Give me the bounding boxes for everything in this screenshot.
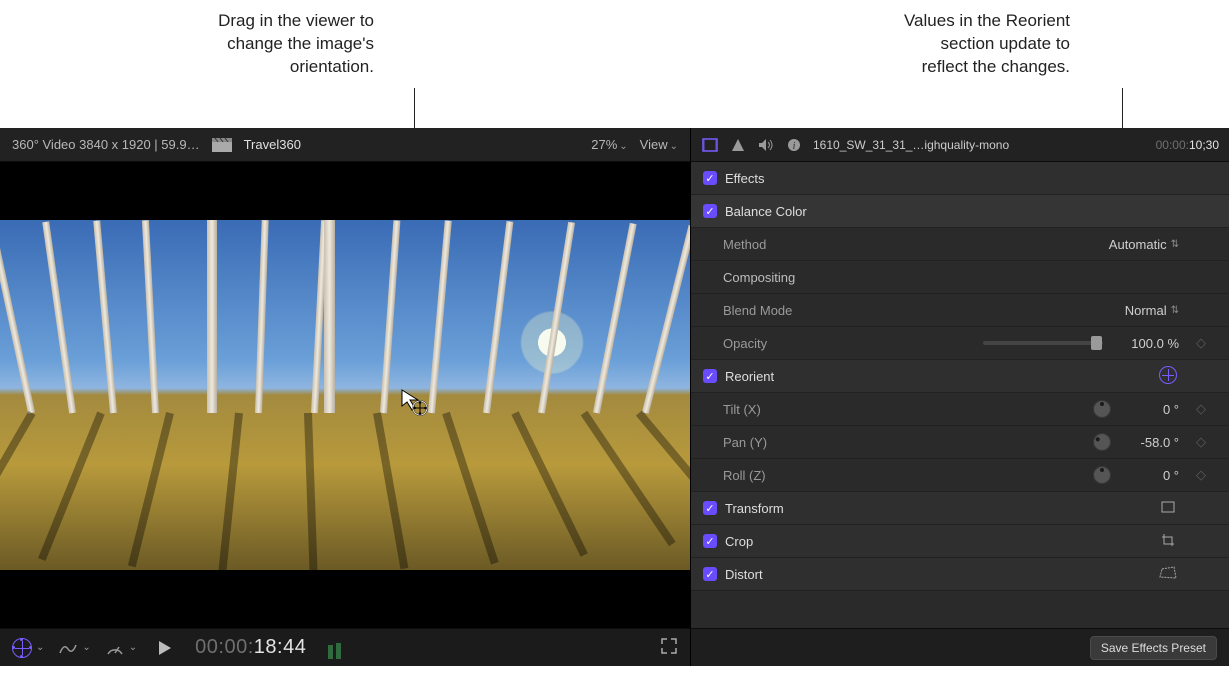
transform-icon[interactable] (1157, 500, 1179, 517)
zoom-menu[interactable]: 27%⌄ (591, 137, 627, 152)
keyframe-button[interactable]: ◇ (1187, 467, 1215, 483)
inspector-footer: Save Effects Preset (691, 628, 1229, 666)
param-label: Roll (Z) (723, 468, 1085, 483)
opacity-value[interactable]: 100.0 % (1119, 336, 1179, 351)
keyframe-button[interactable]: ◇ (1187, 434, 1215, 450)
keyframe-button[interactable]: ◇ (1187, 401, 1215, 417)
viewer-header-right: 27%⌄ View⌄ (591, 137, 678, 152)
opacity-row: Opacity 100.0 % ◇ (691, 327, 1229, 360)
app-window: 360° Video 3840 x 1920 | 59.9… Travel360… (0, 128, 1229, 666)
param-label: Opacity (723, 336, 967, 351)
reorient-tool-button[interactable]: ⌄ (12, 638, 44, 658)
svg-text:i: i (793, 141, 796, 152)
roll-row: Roll (Z) 0 ° ◇ (691, 459, 1229, 492)
crop-icon[interactable] (1157, 533, 1179, 550)
distort-icon[interactable] (1157, 566, 1179, 583)
inspector-clip-title: 1610_SW_31_31_…ighquality-mono (813, 138, 1146, 152)
roll-value[interactable]: 0 ° (1119, 468, 1179, 483)
compositing-section: Compositing (691, 261, 1229, 294)
viewer-pane: 360° Video 3840 x 1920 | 59.9… Travel360… (0, 128, 690, 666)
viewer-360-image[interactable] (0, 220, 690, 570)
viewer-timecode: 00:00:18:44 (195, 636, 306, 659)
param-label: Tilt (X) (723, 402, 1085, 417)
viewer-header-left: 360° Video 3840 x 1920 | 59.9… Travel360 (12, 137, 581, 152)
effects-section[interactable]: Effects (691, 162, 1229, 195)
transform-section[interactable]: Transform (691, 492, 1229, 525)
fullscreen-button[interactable] (660, 637, 678, 658)
viewer-footer: ⌄ ⌄ ⌄ 00:00:18:44 (0, 628, 690, 666)
retime-tool-button[interactable]: ⌄ (58, 639, 90, 657)
viewer-format-label: 360° Video 3840 x 1920 | 59.9… (12, 137, 200, 152)
audio-inspector-icon[interactable] (757, 136, 775, 154)
param-label: Method (723, 237, 1101, 252)
section-label: Balance Color (725, 204, 1215, 219)
roll-dial[interactable] (1093, 466, 1111, 484)
audio-meters (328, 637, 354, 659)
section-label: Compositing (723, 270, 1215, 285)
balance-color-section[interactable]: Balance Color (691, 195, 1229, 228)
distort-checkbox[interactable] (703, 567, 717, 581)
annotation-viewer: Drag in the viewer to change the image's… (124, 10, 374, 79)
inspector-body: Effects Balance Color Method Automatic C… (691, 162, 1229, 628)
distort-section[interactable]: Distort (691, 558, 1229, 591)
section-label: Distort (725, 567, 1149, 582)
pan-dial[interactable] (1090, 430, 1115, 455)
pan-value[interactable]: -58.0 ° (1119, 435, 1179, 450)
save-effects-preset-button[interactable]: Save Effects Preset (1090, 636, 1217, 660)
video-inspector-icon[interactable] (701, 136, 719, 154)
speed-tool-button[interactable]: ⌄ (105, 639, 137, 657)
section-label: Reorient (725, 369, 1149, 384)
viewer-header: 360° Video 3840 x 1920 | 59.9… Travel360… (0, 128, 690, 162)
reorient-icon[interactable] (1157, 366, 1179, 387)
param-label: Pan (Y) (723, 435, 1085, 450)
clapperboard-icon (212, 138, 232, 152)
tilt-row: Tilt (X) 0 ° ◇ (691, 393, 1229, 426)
viewer-canvas[interactable] (0, 162, 690, 628)
inspector-pane: i 1610_SW_31_31_…ighquality-mono 00:00:1… (690, 128, 1229, 666)
blendmode-row: Blend Mode Normal (691, 294, 1229, 327)
keyframe-button[interactable]: ◇ (1187, 335, 1215, 351)
reorient-section[interactable]: Reorient (691, 360, 1229, 393)
balance-color-checkbox[interactable] (703, 204, 717, 218)
annotation-reorient: Values in the Reorient section update to… (820, 10, 1070, 79)
method-popup[interactable]: Automatic (1109, 237, 1179, 252)
info-inspector-icon[interactable]: i (785, 136, 803, 154)
section-label: Effects (725, 171, 1215, 186)
transform-checkbox[interactable] (703, 501, 717, 515)
tilt-value[interactable]: 0 ° (1119, 402, 1179, 417)
reorient-checkbox[interactable] (703, 369, 717, 383)
param-label: Blend Mode (723, 303, 1117, 318)
inspector-timecode: 00:00:10;30 (1156, 138, 1219, 152)
pan-row: Pan (Y) -58.0 ° ◇ (691, 426, 1229, 459)
blendmode-popup[interactable]: Normal (1125, 303, 1179, 318)
effects-checkbox[interactable] (703, 171, 717, 185)
play-button[interactable] (159, 641, 171, 655)
color-inspector-icon[interactable] (729, 136, 747, 154)
view-menu[interactable]: View⌄ (640, 137, 678, 152)
crop-section[interactable]: Crop (691, 525, 1229, 558)
section-label: Transform (725, 501, 1149, 516)
crop-checkbox[interactable] (703, 534, 717, 548)
inspector-header: i 1610_SW_31_31_…ighquality-mono 00:00:1… (691, 128, 1229, 162)
viewer-clip-name: Travel360 (244, 137, 301, 152)
reorient-cursor-icon (400, 388, 428, 416)
opacity-slider[interactable] (983, 341, 1103, 345)
section-label: Crop (725, 534, 1149, 549)
tilt-dial[interactable] (1093, 400, 1111, 418)
method-row: Method Automatic (691, 228, 1229, 261)
